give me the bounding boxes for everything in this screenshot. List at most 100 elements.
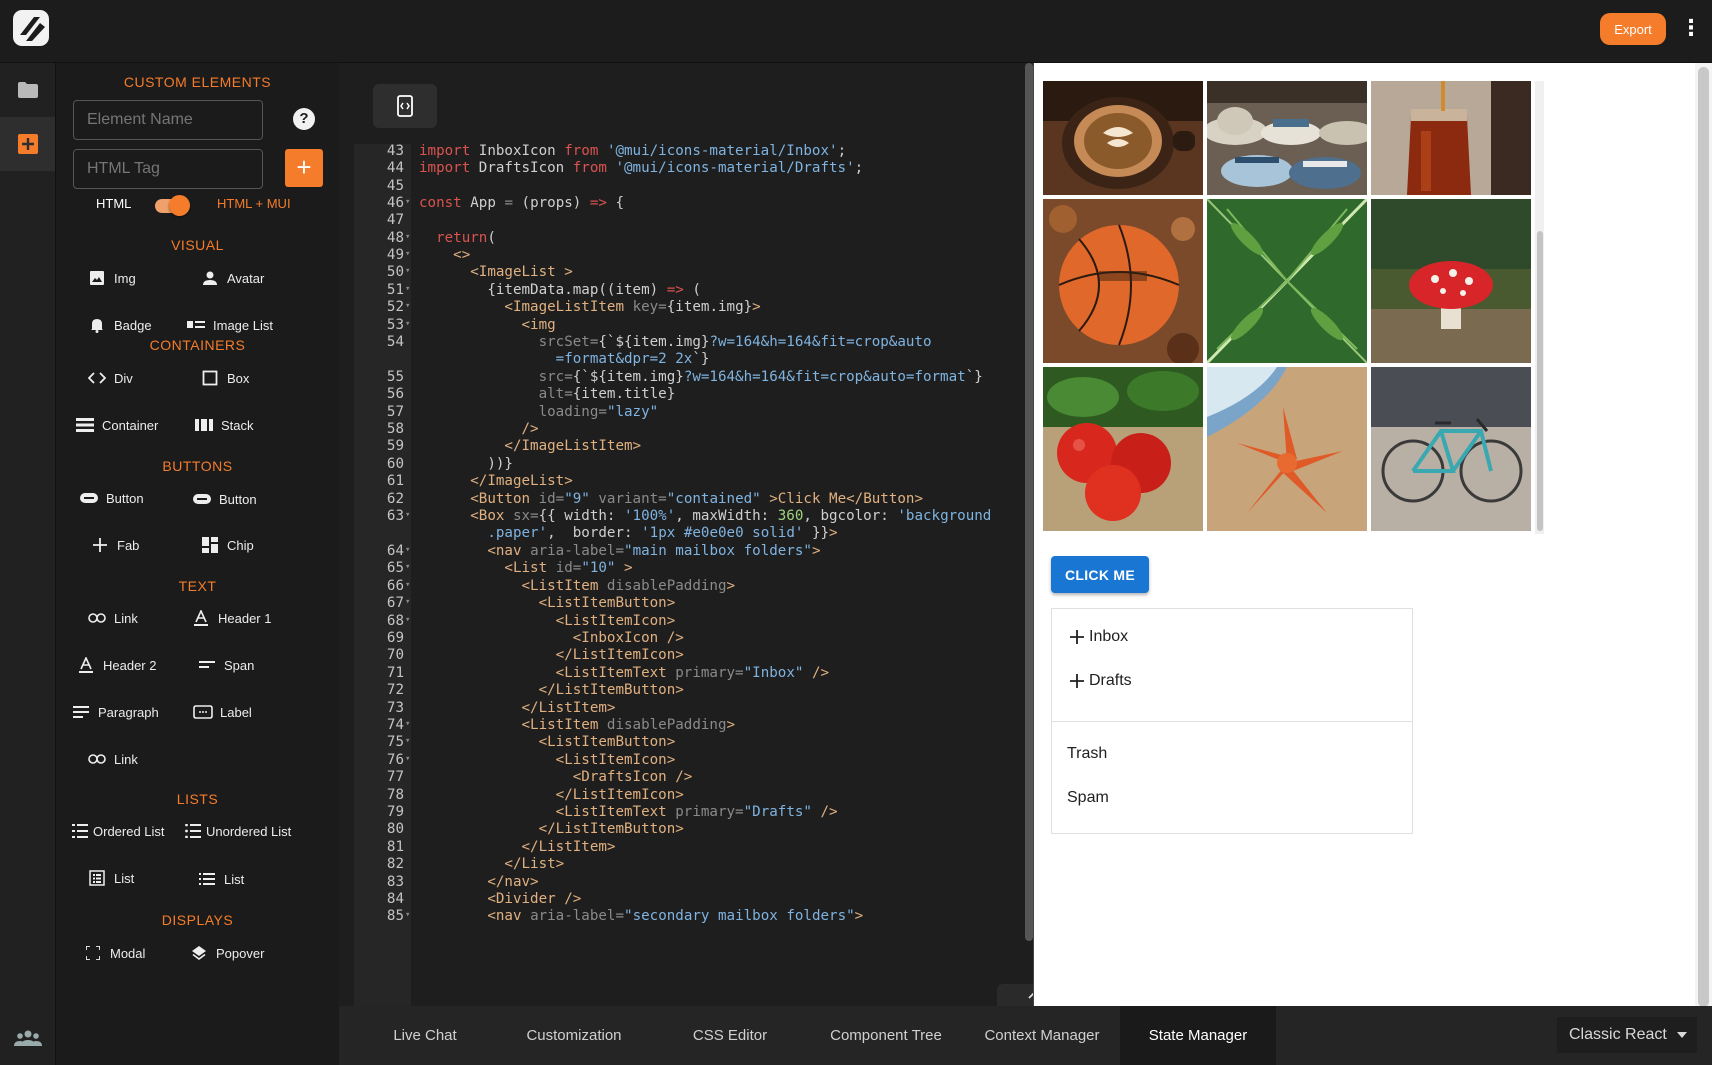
element-ordered-list[interactable]: Ordered List [69, 816, 165, 846]
line-number: 82 [386, 856, 404, 872]
click-me-button[interactable]: CLICK ME [1051, 556, 1149, 593]
element-header-1[interactable]: Header 1 [190, 603, 271, 633]
element-label: Stack [221, 417, 254, 433]
line-number: 79 [386, 804, 404, 820]
element-container[interactable]: Container [74, 410, 158, 440]
element-unordered-list[interactable]: Unordered List [182, 816, 291, 846]
rail-add-elements[interactable] [0, 117, 55, 171]
tab-css-editor[interactable]: CSS Editor [652, 1006, 808, 1065]
element-img[interactable]: Img [86, 263, 136, 293]
more-options-icon[interactable]: ⋮ [1680, 16, 1702, 40]
code-line: <DraftsIcon /> [572, 769, 693, 785]
element-list[interactable]: List [86, 863, 134, 893]
element-avatar[interactable]: Avatar [199, 263, 264, 293]
toggle-mui-label: HTML + MUI [217, 196, 291, 211]
code-view-button[interactable] [373, 84, 437, 128]
tab-component-tree[interactable]: Component Tree [808, 1006, 964, 1065]
dashboard-icon [199, 534, 221, 556]
editor-scrollbar[interactable] [1025, 63, 1033, 941]
tab-context-manager[interactable]: Context Manager [964, 1006, 1120, 1065]
line-number: 61 [386, 473, 404, 489]
element-paragraph[interactable]: Paragraph [70, 697, 159, 727]
element-div[interactable]: Div [86, 363, 133, 393]
line-number: 67 [386, 595, 404, 611]
html-tag-input[interactable] [73, 149, 263, 189]
folder-inbox[interactable]: Inbox [1052, 613, 1412, 661]
export-button[interactable]: Export [1600, 13, 1666, 45]
element-stack[interactable]: Stack [193, 410, 254, 440]
line-number: 84 [386, 891, 404, 907]
tab-state-manager[interactable]: State Manager [1120, 1006, 1276, 1065]
element-label: Container [102, 417, 159, 433]
line-number: 75 [386, 734, 404, 750]
bell-icon [86, 314, 108, 336]
folder-spam[interactable]: Spam [1052, 774, 1412, 822]
element-list-mui[interactable]: List [196, 864, 244, 894]
code-line: <List id="10" > [504, 560, 633, 576]
line-number: 46 [386, 195, 404, 211]
code-line: src={`${item.img}?w=164&h=164&fit=crop&a… [538, 369, 983, 385]
rail-files[interactable] [0, 63, 55, 117]
tab-customization[interactable]: Customization [496, 1006, 652, 1065]
preview-scrollbar[interactable] [1695, 63, 1712, 1007]
left-rail [0, 63, 56, 1065]
code-content[interactable]: 43 import InboxIcon from '@mui/icons-mat… [354, 144, 1031, 1018]
code-line: </ListItemButton> [538, 682, 684, 698]
code-line: import DraftsIcon from '@mui/icons-mater… [419, 160, 864, 176]
text-format-icon [75, 654, 97, 676]
element-label: Span [224, 657, 255, 673]
element-button-mui[interactable]: Button [191, 484, 257, 514]
element-link[interactable]: Link [86, 603, 138, 633]
code-line: <ListItemIcon> [555, 752, 676, 768]
element-box[interactable]: Box [199, 363, 249, 393]
help-icon[interactable]: ? [293, 108, 315, 130]
element-label-tag[interactable]: Label [192, 697, 252, 727]
framework-select[interactable]: Classic React [1557, 1017, 1697, 1053]
square-icon [199, 367, 221, 389]
element-name-input[interactable] [73, 100, 263, 140]
image-coffee [1043, 81, 1203, 195]
code-line: const App = (props) => { [419, 195, 625, 211]
code-line: <ListItem disablePadding> [521, 578, 736, 594]
image-list-scrollbar[interactable] [1535, 81, 1544, 534]
element-popover[interactable]: Popover [188, 938, 264, 968]
folder-drafts[interactable]: Drafts [1052, 657, 1412, 705]
code-line: </ListItemButton> [538, 821, 684, 837]
line-number: 59 [386, 438, 404, 454]
rows-icon [74, 414, 96, 436]
element-label: Label [220, 704, 252, 720]
element-label: Button [106, 490, 144, 506]
line-number: 52 [386, 299, 404, 315]
element-label: Button [219, 491, 257, 507]
element-label: Header 1 [218, 610, 272, 626]
element-span[interactable]: Span [196, 650, 254, 680]
app-logo-icon[interactable] [12, 9, 50, 47]
button-icon [78, 487, 100, 509]
element-fab[interactable]: Fab [89, 530, 139, 560]
element-label: Chip [227, 537, 254, 553]
element-link-2[interactable]: Link [86, 744, 138, 774]
dropdown-arrow-icon [1676, 1032, 1687, 1038]
line-number: 73 [386, 700, 404, 716]
folder-trash[interactable]: Trash [1052, 730, 1412, 778]
line-number: 83 [386, 874, 404, 890]
element-chip[interactable]: Chip [199, 530, 254, 560]
line-number: 50 [386, 264, 404, 280]
element-header-2[interactable]: Header 2 [75, 650, 156, 680]
mui-toggle[interactable] [153, 193, 191, 216]
rail-users[interactable] [0, 1011, 55, 1065]
element-modal[interactable]: Modal [82, 938, 145, 968]
element-image-list[interactable]: Image List [185, 310, 273, 340]
visual-section-title: VISUAL [171, 237, 224, 253]
element-button[interactable]: Button [78, 483, 144, 513]
plus-icon [89, 534, 111, 556]
live-preview: CLICK ME Inbox Drafts Trash Spam [1033, 63, 1695, 1006]
code-editor: 43 import InboxIcon from '@mui/icons-mat… [339, 63, 1031, 1018]
line-number: 57 [386, 404, 404, 420]
tab-live-chat[interactable]: Live Chat [354, 1006, 496, 1065]
element-badge[interactable]: Badge [86, 310, 152, 340]
add-element-button[interactable]: + [285, 149, 323, 187]
line-number: 49 [386, 247, 404, 263]
folder-label: Drafts [1089, 672, 1132, 689]
top-bar: Export ⋮ [0, 0, 1712, 63]
